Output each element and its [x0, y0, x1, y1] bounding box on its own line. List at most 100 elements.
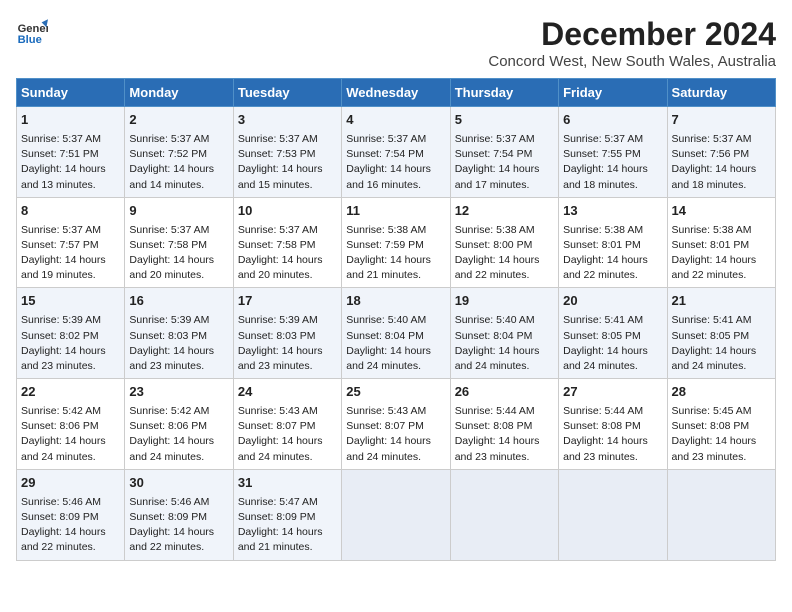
day-number: 6 — [563, 111, 662, 130]
day-info: and 22 minutes. — [21, 540, 120, 555]
calendar-cell: 6Sunrise: 5:37 AMSunset: 7:55 PMDaylight… — [559, 107, 667, 198]
day-info: Sunset: 7:53 PM — [238, 147, 337, 162]
calendar-cell: 14Sunrise: 5:38 AMSunset: 8:01 PMDayligh… — [667, 197, 775, 288]
day-info: and 19 minutes. — [21, 268, 120, 283]
calendar-cell: 7Sunrise: 5:37 AMSunset: 7:56 PMDaylight… — [667, 107, 775, 198]
calendar-cell: 26Sunrise: 5:44 AMSunset: 8:08 PMDayligh… — [450, 379, 558, 470]
day-info: and 23 minutes. — [21, 359, 120, 374]
day-info: and 24 minutes. — [129, 450, 228, 465]
day-info: Sunset: 8:07 PM — [238, 419, 337, 434]
day-number: 2 — [129, 111, 228, 130]
day-number: 3 — [238, 111, 337, 130]
calendar-cell: 25Sunrise: 5:43 AMSunset: 8:07 PMDayligh… — [342, 379, 450, 470]
day-info: Daylight: 14 hours — [129, 162, 228, 177]
day-info: Daylight: 14 hours — [238, 525, 337, 540]
day-info: and 21 minutes. — [346, 268, 445, 283]
column-header-wednesday: Wednesday — [342, 79, 450, 107]
day-info: and 23 minutes. — [455, 450, 554, 465]
day-info: and 24 minutes. — [21, 450, 120, 465]
day-info: Daylight: 14 hours — [672, 434, 771, 449]
day-info: Sunset: 8:09 PM — [129, 510, 228, 525]
day-number: 7 — [672, 111, 771, 130]
day-info: Daylight: 14 hours — [129, 253, 228, 268]
calendar-cell: 28Sunrise: 5:45 AMSunset: 8:08 PMDayligh… — [667, 379, 775, 470]
day-info: and 24 minutes. — [346, 359, 445, 374]
day-info: Sunrise: 5:37 AM — [672, 132, 771, 147]
header-row: SundayMondayTuesdayWednesdayThursdayFrid… — [17, 79, 776, 107]
day-info: and 22 minutes. — [455, 268, 554, 283]
calendar-cell — [667, 469, 775, 560]
page-subtitle: Concord West, New South Wales, Australia — [488, 53, 776, 70]
day-number: 21 — [672, 292, 771, 311]
day-info: and 21 minutes. — [238, 540, 337, 555]
day-number: 8 — [21, 202, 120, 221]
day-info: Daylight: 14 hours — [455, 162, 554, 177]
day-info: Sunrise: 5:42 AM — [21, 404, 120, 419]
day-info: and 24 minutes. — [672, 359, 771, 374]
day-info: Sunset: 8:07 PM — [346, 419, 445, 434]
day-info: Daylight: 14 hours — [563, 344, 662, 359]
day-number: 1 — [21, 111, 120, 130]
calendar-cell: 18Sunrise: 5:40 AMSunset: 8:04 PMDayligh… — [342, 288, 450, 379]
day-info: Sunrise: 5:38 AM — [563, 223, 662, 238]
page-title: December 2024 — [488, 16, 776, 53]
day-number: 14 — [672, 202, 771, 221]
day-info: and 20 minutes. — [238, 268, 337, 283]
day-info: Daylight: 14 hours — [455, 253, 554, 268]
column-header-saturday: Saturday — [667, 79, 775, 107]
day-number: 18 — [346, 292, 445, 311]
day-number: 11 — [346, 202, 445, 221]
day-info: and 23 minutes. — [129, 359, 228, 374]
day-info: Daylight: 14 hours — [21, 525, 120, 540]
calendar-cell: 10Sunrise: 5:37 AMSunset: 7:58 PMDayligh… — [233, 197, 341, 288]
day-info: Daylight: 14 hours — [346, 434, 445, 449]
day-info: and 22 minutes. — [672, 268, 771, 283]
calendar-cell: 2Sunrise: 5:37 AMSunset: 7:52 PMDaylight… — [125, 107, 233, 198]
day-info: Sunset: 7:58 PM — [238, 238, 337, 253]
calendar-week-row: 15Sunrise: 5:39 AMSunset: 8:02 PMDayligh… — [17, 288, 776, 379]
day-info: Sunset: 7:51 PM — [21, 147, 120, 162]
day-info: Daylight: 14 hours — [21, 434, 120, 449]
day-info: Sunrise: 5:41 AM — [672, 313, 771, 328]
day-info: Sunrise: 5:40 AM — [346, 313, 445, 328]
header: General Blue December 2024 Concord West,… — [16, 16, 776, 70]
day-info: Sunset: 8:00 PM — [455, 238, 554, 253]
day-info: Daylight: 14 hours — [563, 162, 662, 177]
calendar-cell — [450, 469, 558, 560]
logo-icon: General Blue — [16, 16, 48, 48]
day-info: and 22 minutes. — [563, 268, 662, 283]
calendar-cell: 8Sunrise: 5:37 AMSunset: 7:57 PMDaylight… — [17, 197, 125, 288]
calendar-cell: 12Sunrise: 5:38 AMSunset: 8:00 PMDayligh… — [450, 197, 558, 288]
day-info: and 24 minutes. — [238, 450, 337, 465]
day-info: Sunrise: 5:38 AM — [672, 223, 771, 238]
day-info: Sunrise: 5:38 AM — [455, 223, 554, 238]
calendar-cell: 15Sunrise: 5:39 AMSunset: 8:02 PMDayligh… — [17, 288, 125, 379]
day-number: 28 — [672, 383, 771, 402]
day-number: 19 — [455, 292, 554, 311]
day-info: Sunset: 8:03 PM — [129, 329, 228, 344]
day-info: Daylight: 14 hours — [455, 434, 554, 449]
day-info: and 14 minutes. — [129, 178, 228, 193]
day-info: Sunrise: 5:37 AM — [21, 132, 120, 147]
day-info: Sunrise: 5:43 AM — [346, 404, 445, 419]
day-info: Sunrise: 5:39 AM — [238, 313, 337, 328]
calendar-cell: 31Sunrise: 5:47 AMSunset: 8:09 PMDayligh… — [233, 469, 341, 560]
calendar-cell: 5Sunrise: 5:37 AMSunset: 7:54 PMDaylight… — [450, 107, 558, 198]
day-info: Sunrise: 5:44 AM — [563, 404, 662, 419]
day-number: 4 — [346, 111, 445, 130]
day-info: Sunset: 8:08 PM — [672, 419, 771, 434]
day-info: Sunrise: 5:46 AM — [21, 495, 120, 510]
day-number: 16 — [129, 292, 228, 311]
calendar-cell: 19Sunrise: 5:40 AMSunset: 8:04 PMDayligh… — [450, 288, 558, 379]
day-info: and 18 minutes. — [563, 178, 662, 193]
day-info: Sunrise: 5:37 AM — [21, 223, 120, 238]
day-info: Sunset: 8:06 PM — [129, 419, 228, 434]
day-number: 22 — [21, 383, 120, 402]
day-number: 26 — [455, 383, 554, 402]
day-info: Sunset: 7:54 PM — [346, 147, 445, 162]
day-info: Daylight: 14 hours — [21, 344, 120, 359]
day-info: and 17 minutes. — [455, 178, 554, 193]
day-info: Daylight: 14 hours — [238, 344, 337, 359]
day-info: Sunset: 8:09 PM — [21, 510, 120, 525]
day-number: 5 — [455, 111, 554, 130]
